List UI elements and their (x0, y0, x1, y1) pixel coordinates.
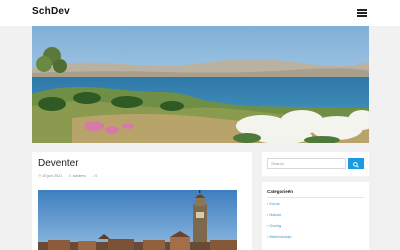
post-title[interactable]: Deventer (38, 158, 79, 169)
category-link-kunst[interactable]: ›Kunst (267, 201, 280, 206)
post-meta: ◷20 juni 2021 ♙schdevs □0 (38, 173, 102, 178)
post-comments-count: 0 (95, 174, 98, 178)
user-icon: ♙ (68, 173, 72, 178)
category-link-wetenschap[interactable]: ›Wetenschap (267, 234, 292, 239)
categories-title: Categorieën (267, 189, 294, 194)
category-label: Wetenschap (269, 234, 292, 239)
post-date[interactable]: ◷20 juni 2021 (38, 173, 63, 178)
post-author-label: schdevs (72, 174, 86, 178)
category-label: Overig (269, 223, 282, 228)
menu-icon[interactable] (357, 9, 367, 17)
search-widget (262, 152, 369, 176)
post-card: Deventer ◷20 juni 2021 ♙schdevs □0 (32, 152, 252, 250)
site-header: SchDev (0, 0, 400, 26)
comment-icon: □ (91, 173, 95, 178)
category-label: Kunst (269, 201, 280, 206)
divider (267, 197, 364, 198)
post-author[interactable]: ♙schdevs (68, 173, 86, 178)
search-input[interactable] (267, 158, 346, 169)
hero-banner-image (32, 26, 369, 143)
search-button[interactable] (348, 158, 364, 169)
categories-widget: Categorieën ›Kunst ›Natuur ›Overig ›Wete… (262, 182, 369, 250)
post-comments[interactable]: □0 (91, 173, 98, 178)
clock-icon: ◷ (38, 173, 42, 178)
search-icon (353, 161, 359, 168)
category-label: Natuur (269, 212, 282, 217)
post-date-label: 20 juni 2021 (42, 174, 63, 178)
site-title[interactable]: SchDev (32, 6, 70, 17)
category-link-overig[interactable]: ›Overig (267, 223, 281, 228)
category-link-natuur[interactable]: ›Natuur (267, 212, 281, 217)
post-featured-image[interactable] (38, 190, 237, 250)
